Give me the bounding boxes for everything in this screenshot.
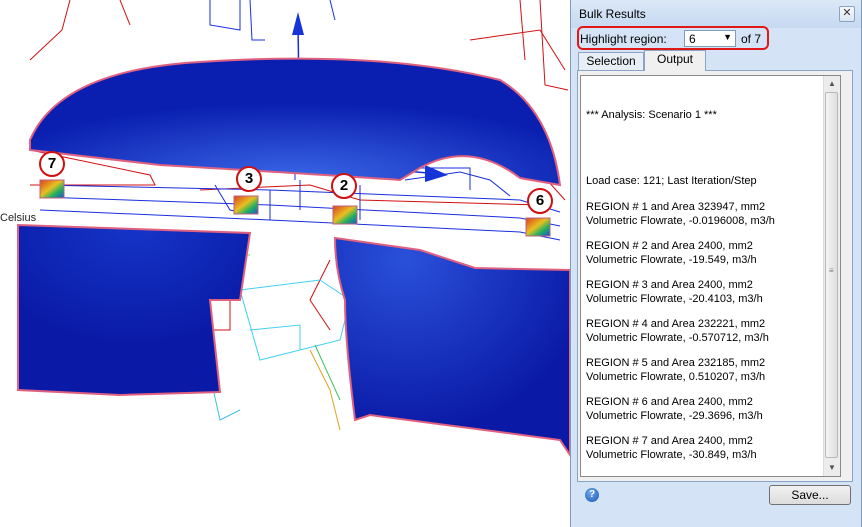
output-line: Volumetric Flowrate, -0.570712, m3/h — [586, 332, 769, 344]
scroll-down-icon[interactable]: ▼ — [825, 461, 839, 475]
dialog-titlebar[interactable]: Bulk Results ✕ — [571, 0, 861, 28]
output-line: Volumetric Flowrate, -0.0196008, m3/h — [586, 215, 775, 227]
region-marker-6[interactable]: 6 — [527, 188, 553, 214]
output-line: REGION # 6 and Area 2400, mm2 — [586, 396, 753, 408]
save-button[interactable]: Save... — [769, 485, 851, 505]
output-line: REGION # 3 and Area 2400, mm2 — [586, 279, 753, 291]
output-textbox[interactable]: *** Analysis: Scenario 1 *** Load case: … — [580, 75, 841, 477]
scroll-up-icon[interactable]: ▲ — [825, 77, 839, 91]
output-line: REGION # 4 and Area 232221, mm2 — [586, 318, 766, 330]
tab-output[interactable]: Output — [644, 50, 706, 71]
region-marker-2[interactable]: 2 — [331, 173, 357, 199]
dialog-title: Bulk Results — [579, 7, 646, 21]
close-button[interactable]: ✕ — [839, 6, 855, 22]
output-line: REGION # 7 and Area 2400, mm2 — [586, 435, 753, 447]
output-line: Volumetric Flowrate, -29.3696, m3/h — [586, 410, 763, 422]
output-line: REGION # 2 and Area 2400, mm2 — [586, 240, 753, 252]
chevron-down-icon: ▼ — [723, 32, 732, 42]
close-icon: ✕ — [842, 7, 852, 19]
legend-unit-label: Celsius — [0, 212, 37, 224]
highlight-region-select[interactable]: 6 ▼ — [684, 30, 736, 47]
scrollbar-thumb[interactable]: ≡ — [825, 92, 838, 458]
output-line: Volumetric Flowrate, -30.849, m3/h — [586, 449, 757, 461]
highlight-region-value: 6 — [689, 32, 696, 46]
grip-icon: ≡ — [829, 266, 834, 275]
output-line: *** Analysis: Scenario 1 *** — [586, 109, 717, 121]
bulk-results-dialog: Bulk Results ✕ Highlight region: 6 ▼ of … — [570, 0, 862, 527]
highlight-region-label: Highlight region: — [580, 32, 667, 46]
help-icon[interactable]: ? — [585, 488, 599, 502]
output-line: Volumetric Flowrate, -20.4103, m3/h — [586, 293, 763, 305]
cfd-model-graphic — [17, 0, 570, 457]
tab-selection[interactable]: Selection — [578, 52, 644, 70]
model-viewport[interactable]: Celsius 7 3 2 6 — [0, 0, 570, 527]
region-marker-7[interactable]: 7 — [39, 151, 65, 177]
output-line: REGION # 5 and Area 232185, mm2 — [586, 357, 766, 369]
output-line: Volumetric Flowrate, 0.510207, m3/h — [586, 371, 766, 383]
output-scrollbar[interactable]: ▲ ≡ ▼ — [823, 76, 840, 476]
output-line: REGION # 1 and Area 323947, mm2 — [586, 201, 766, 213]
region-count-label: of 7 — [741, 32, 762, 46]
region-marker-3[interactable]: 3 — [236, 166, 262, 192]
output-line: Load case: 121; Last Iteration/Step — [586, 175, 757, 187]
output-line: Volumetric Flowrate, -19.549, m3/h — [586, 254, 757, 266]
